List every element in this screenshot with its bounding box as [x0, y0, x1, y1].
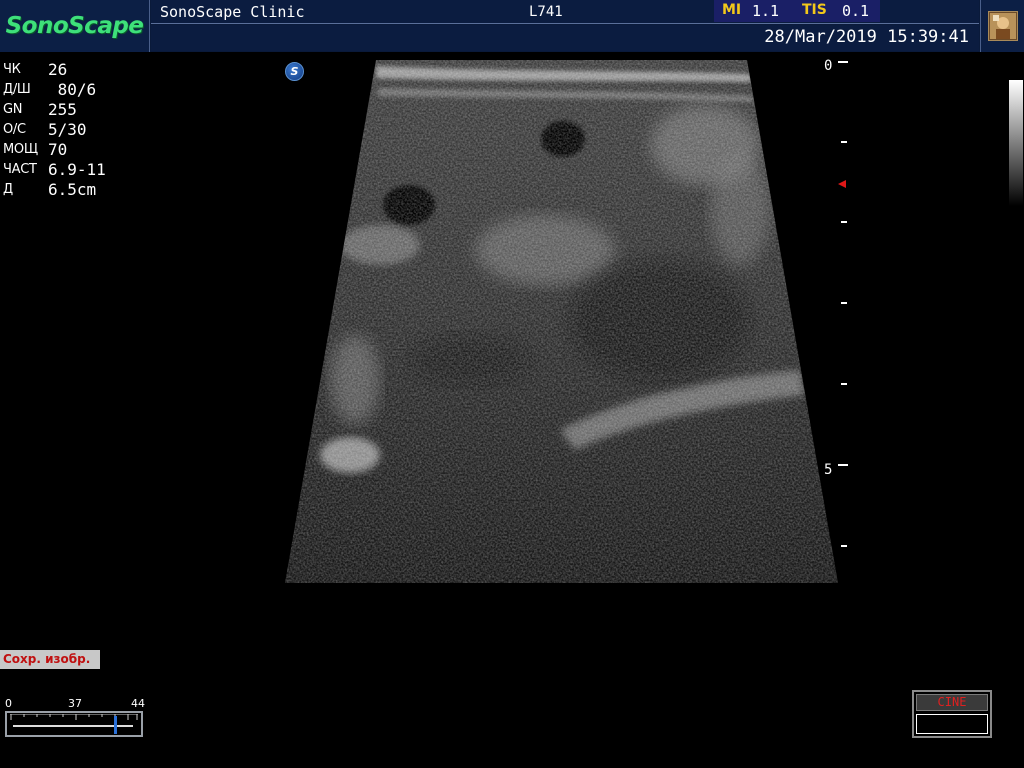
param-value: 26 — [48, 60, 68, 79]
date-time: 28/Mar/2019 15:39:41 — [764, 27, 969, 47]
gray-scale-bar — [1009, 80, 1023, 206]
param-row: Д/Ш 80/6 — [3, 80, 106, 100]
param-key: ЧК — [3, 62, 21, 77]
probe-name: L741 — [529, 4, 563, 20]
param-key: ЧАСТ — [3, 162, 37, 177]
imaging-parameters: ЧК 26 Д/Ш 80/6 GN 255 О/С 5/30 МОЩ 70 ЧАСТ 6.… — [3, 60, 106, 200]
tis-value: 0.1 — [842, 2, 870, 20]
depth-tick — [841, 383, 847, 385]
header-info-row: SonoScape Clinic L741 MI 1.1 TIS 0.1 — [151, 0, 979, 24]
cine-frame-slider[interactable]: 0 37 44 — [5, 697, 145, 741]
slider-ticks — [10, 714, 138, 720]
slider-min-label: 0 — [5, 697, 12, 710]
header-datetime-row: 28/Mar/2019 15:39:41 — [151, 25, 979, 51]
param-value: 80/6 — [48, 80, 97, 99]
param-value: 70 — [48, 140, 68, 159]
param-key: МОЩ — [3, 142, 38, 157]
param-row: ЧК 26 — [3, 60, 106, 80]
param-value: 5/30 — [48, 120, 87, 139]
focus-marker-icon[interactable] — [838, 180, 846, 188]
depth-tick — [841, 545, 847, 547]
slider-thumb[interactable] — [113, 716, 117, 734]
cine-panel: CINE — [912, 690, 992, 738]
depth-label-5: 5 — [824, 462, 833, 478]
depth-tick — [841, 302, 847, 304]
param-row: Д 6.5cm — [3, 180, 106, 200]
mi-label: MI — [722, 2, 742, 18]
ultrasound-image — [285, 60, 838, 583]
logo-box: SonoScape — [0, 0, 150, 52]
param-value: 6.5cm — [48, 180, 97, 199]
cine-label: CINE — [916, 694, 988, 711]
slider-frame[interactable] — [5, 711, 143, 737]
slider-mid-label: 37 — [68, 697, 82, 710]
clinic-name: SonoScape Clinic — [160, 3, 305, 21]
depth-tick-major — [838, 61, 848, 63]
param-key: Д/Ш — [3, 82, 31, 97]
param-key: О/С — [3, 122, 26, 137]
param-key: Д — [3, 182, 13, 197]
save-image-button[interactable]: Сохр. изобр. — [0, 650, 100, 669]
depth-label-0: 0 — [824, 58, 833, 74]
tis-label: TIS — [802, 2, 827, 18]
depth-tick — [841, 141, 847, 143]
user-avatar-box[interactable] — [980, 0, 1024, 52]
cine-frame-field[interactable] — [916, 714, 988, 734]
safety-index-box: MI 1.1 TIS 0.1 — [714, 0, 880, 22]
depth-tick — [841, 221, 847, 223]
slider-max-label: 44 — [131, 697, 145, 710]
brand-logo: SonoScape — [5, 13, 144, 39]
user-photo-icon[interactable] — [987, 11, 1018, 41]
param-key: GN — [3, 102, 23, 117]
param-row: О/С 5/30 — [3, 120, 106, 140]
param-row: МОЩ 70 — [3, 140, 106, 160]
orientation-badge: S — [285, 62, 304, 81]
param-value: 255 — [48, 100, 77, 119]
param-row: GN 255 — [3, 100, 106, 120]
top-header: SonoScape SonoScape Clinic L741 MI 1.1 T… — [0, 0, 1024, 52]
param-value: 6.9-11 — [48, 160, 106, 179]
mi-value: 1.1 — [752, 2, 780, 20]
param-row: ЧАСТ 6.9-11 — [3, 160, 106, 180]
depth-tick-major — [838, 464, 848, 466]
